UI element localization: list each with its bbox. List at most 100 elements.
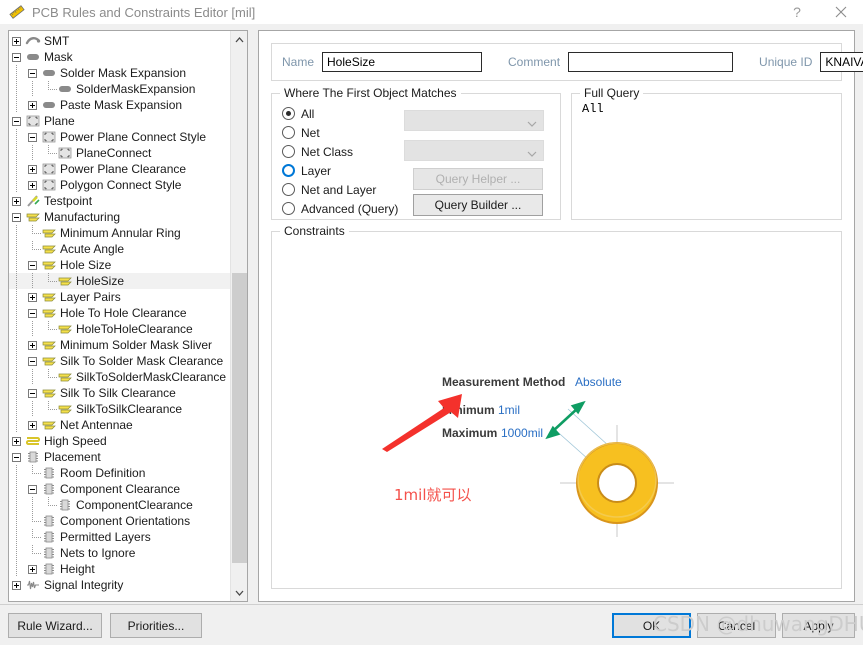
radio-button[interactable] bbox=[282, 183, 295, 196]
tree-item[interactable]: HoleToHoleClearance bbox=[9, 321, 230, 337]
tree-item[interactable]: Hole To Hole Clearance bbox=[9, 305, 230, 321]
tree-item[interactable]: Solder Mask Expansion bbox=[9, 65, 230, 81]
apply-button[interactable]: Apply bbox=[782, 613, 855, 638]
ok-button[interactable]: OK bbox=[612, 613, 691, 638]
tree-item[interactable]: Plane bbox=[9, 113, 230, 129]
tree-collapse-icon[interactable] bbox=[28, 357, 37, 366]
tree-expand-icon[interactable] bbox=[12, 581, 21, 590]
tree-expander-cell[interactable] bbox=[9, 577, 25, 593]
radio-option-net-and-layer[interactable]: Net and Layer bbox=[282, 180, 398, 199]
tree-expander-cell[interactable] bbox=[25, 177, 41, 193]
tree-item[interactable]: Silk To Silk Clearance bbox=[9, 385, 230, 401]
tree-collapse-icon[interactable] bbox=[28, 69, 37, 78]
tree-item[interactable]: Signal Integrity bbox=[9, 577, 230, 593]
tree-item[interactable]: Component Orientations bbox=[9, 513, 230, 529]
tree-item[interactable]: Component Clearance bbox=[9, 481, 230, 497]
name-input[interactable] bbox=[322, 52, 483, 72]
tree-expander-cell[interactable] bbox=[9, 49, 25, 65]
tree-expander-cell[interactable] bbox=[25, 65, 41, 81]
tree-item[interactable]: Height bbox=[9, 561, 230, 577]
radio-button[interactable] bbox=[282, 107, 295, 120]
tree-expander-cell[interactable] bbox=[25, 289, 41, 305]
tree-item[interactable]: SilkToSolderMaskClearance bbox=[9, 369, 230, 385]
tree-expander-cell[interactable] bbox=[25, 385, 41, 401]
tree-collapse-icon[interactable] bbox=[12, 117, 21, 126]
tree-expander-cell[interactable] bbox=[25, 305, 41, 321]
tree-item[interactable]: Room Definition bbox=[9, 465, 230, 481]
tree-expand-icon[interactable] bbox=[28, 101, 37, 110]
tree-item[interactable]: Power Plane Connect Style bbox=[9, 129, 230, 145]
tree-item[interactable]: Layer Pairs bbox=[9, 289, 230, 305]
tree-expander-cell[interactable] bbox=[25, 129, 41, 145]
tree-item[interactable]: High Speed bbox=[9, 433, 230, 449]
tree-collapse-icon[interactable] bbox=[12, 453, 21, 462]
tree-item[interactable]: Silk To Solder Mask Clearance bbox=[9, 353, 230, 369]
tree-item[interactable]: SMT bbox=[9, 33, 230, 49]
tree-expand-icon[interactable] bbox=[28, 565, 37, 574]
tree-item[interactable]: ComponentClearance bbox=[9, 497, 230, 513]
tree-item[interactable]: Testpoint bbox=[9, 193, 230, 209]
cancel-button[interactable]: Cancel bbox=[697, 613, 776, 638]
tree-item[interactable]: Polygon Connect Style bbox=[9, 177, 230, 193]
tree-vertical-scrollbar[interactable] bbox=[230, 31, 247, 601]
tree-item[interactable]: Manufacturing bbox=[9, 209, 230, 225]
tree-item[interactable]: Nets to Ignore bbox=[9, 545, 230, 561]
radio-option-advanced-query[interactable]: Advanced (Query) bbox=[282, 199, 398, 218]
tree-item[interactable]: PlaneConnect bbox=[9, 145, 230, 161]
tree-collapse-icon[interactable] bbox=[28, 309, 37, 318]
tree-expander-cell[interactable] bbox=[9, 33, 25, 49]
tree-expand-icon[interactable] bbox=[12, 437, 21, 446]
tree-expand-icon[interactable] bbox=[12, 197, 21, 206]
tree-collapse-icon[interactable] bbox=[28, 485, 37, 494]
tree-item[interactable]: Permitted Layers bbox=[9, 529, 230, 545]
tree-expander-cell[interactable] bbox=[25, 561, 41, 577]
tree-expander-cell[interactable] bbox=[9, 433, 25, 449]
radio-button[interactable] bbox=[282, 145, 295, 158]
radio-button[interactable] bbox=[282, 126, 295, 139]
tree-item[interactable]: SilkToSilkClearance bbox=[9, 401, 230, 417]
scrollbar-thumb[interactable] bbox=[232, 273, 247, 563]
scroll-up-button[interactable] bbox=[231, 31, 247, 48]
tree-item[interactable]: HoleSize bbox=[9, 273, 230, 289]
tree-item[interactable]: Mask bbox=[9, 49, 230, 65]
tree-expander-cell[interactable] bbox=[25, 353, 41, 369]
radio-option-net[interactable]: Net bbox=[282, 123, 398, 142]
tree-expand-icon[interactable] bbox=[28, 293, 37, 302]
tree-collapse-icon[interactable] bbox=[28, 389, 37, 398]
tree-expander-cell[interactable] bbox=[9, 209, 25, 225]
tree-expand-icon[interactable] bbox=[12, 37, 21, 46]
radio-button[interactable] bbox=[282, 202, 295, 215]
rules-tree[interactable]: SMT Mask Solder Mask Expansion SolderMaskEx… bbox=[9, 31, 230, 601]
tree-expand-icon[interactable] bbox=[28, 165, 37, 174]
minimum-value[interactable]: 1mil bbox=[498, 403, 520, 417]
tree-item[interactable]: Placement bbox=[9, 449, 230, 465]
tree-expander-cell[interactable] bbox=[25, 481, 41, 497]
tree-collapse-icon[interactable] bbox=[28, 261, 37, 270]
tree-item[interactable]: Minimum Solder Mask Sliver bbox=[9, 337, 230, 353]
radio-option-layer[interactable]: Layer bbox=[282, 161, 398, 180]
priorities-button[interactable]: Priorities... bbox=[110, 613, 202, 638]
net-class-combobox[interactable] bbox=[404, 140, 544, 161]
rules-tree-panel[interactable]: SMT Mask Solder Mask Expansion SolderMaskEx… bbox=[8, 30, 248, 602]
tree-expander-cell[interactable] bbox=[25, 97, 41, 113]
tree-expand-icon[interactable] bbox=[28, 341, 37, 350]
radio-button[interactable] bbox=[282, 164, 295, 177]
tree-expander-cell[interactable] bbox=[25, 161, 41, 177]
tree-expander-cell[interactable] bbox=[25, 337, 41, 353]
tree-item[interactable]: Minimum Annular Ring bbox=[9, 225, 230, 241]
unique-id-input[interactable] bbox=[820, 52, 863, 72]
object-match-radio-group[interactable]: All Net Net Class Layer Net and Layer Advance… bbox=[282, 104, 398, 218]
radio-option-net-class[interactable]: Net Class bbox=[282, 142, 398, 161]
rule-wizard-button[interactable]: Rule Wizard... bbox=[8, 613, 102, 638]
tree-expander-cell[interactable] bbox=[9, 449, 25, 465]
maximum-value[interactable]: 1000mil bbox=[501, 426, 543, 440]
help-button[interactable]: ? bbox=[775, 0, 819, 24]
tree-item[interactable]: Hole Size bbox=[9, 257, 230, 273]
tree-expander-cell[interactable] bbox=[25, 417, 41, 433]
query-helper-button[interactable]: Query Helper ... bbox=[413, 168, 543, 190]
tree-item[interactable]: Power Plane Clearance bbox=[9, 161, 230, 177]
comment-input[interactable] bbox=[568, 52, 734, 72]
tree-expander-cell[interactable] bbox=[9, 193, 25, 209]
tree-expander-cell[interactable] bbox=[25, 257, 41, 273]
tree-item[interactable]: Acute Angle bbox=[9, 241, 230, 257]
